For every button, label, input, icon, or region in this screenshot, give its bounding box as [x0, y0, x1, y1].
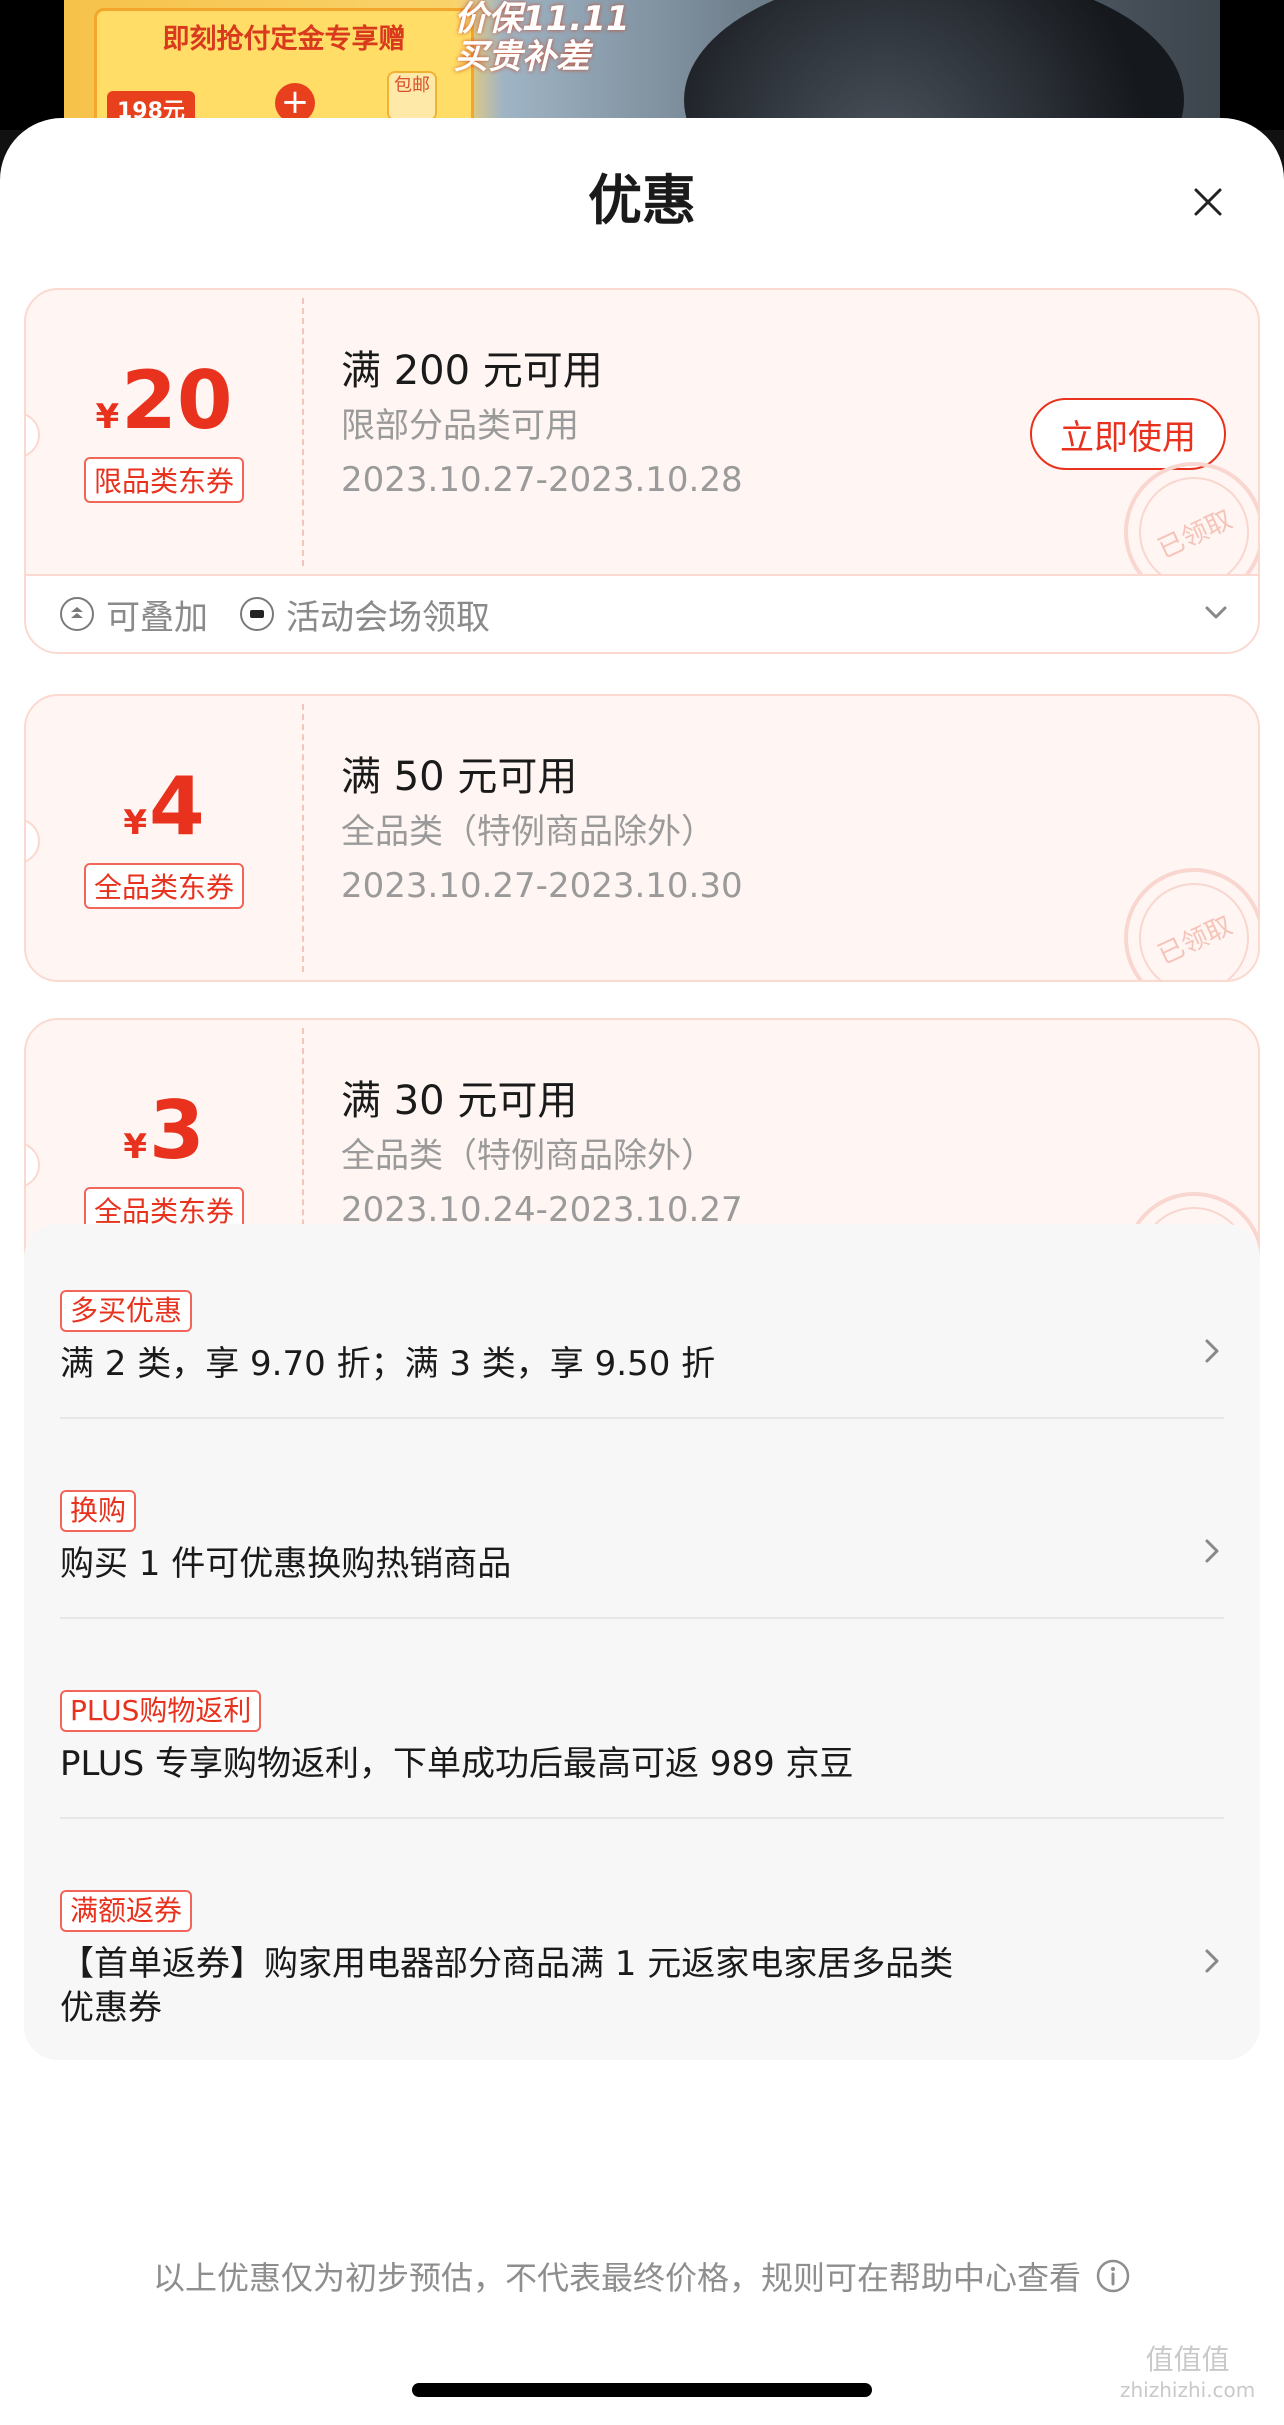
promo-text: 满 2 类，享 9.70 折；满 3 类，享 9.50 折 — [60, 1344, 716, 1384]
promo-item-multi-buy[interactable]: 多买优惠 满 2 类，享 9.70 折；满 3 类，享 9.50 折 — [60, 1290, 1224, 1386]
coupon-card: ¥4 全品类东券 满 50 元可用 全品类（特例商品除外） 2023.10.27… — [24, 694, 1260, 982]
coupon-features: 可叠加 活动会场领取 — [26, 574, 1258, 652]
coupon-date-range: 2023.10.27-2023.10.28 — [341, 460, 743, 500]
banner-image: 即刻抢付定金专享赠 198元 + 包邮 价保11.11 买贵补差 — [64, 0, 1220, 130]
currency-symbol: ¥ — [123, 1127, 147, 1167]
promo-item-trade-in[interactable]: 换购 购买 1 件可优惠换购热销商品 — [60, 1490, 1224, 1586]
watermark-sub: zhizhizhi.com — [1120, 2378, 1256, 2402]
banner-shipping-badge: 包邮 — [387, 71, 437, 121]
claimed-stamp: 已领取 — [1120, 864, 1258, 980]
coupon-condition: 满 50 元可用 — [341, 754, 578, 800]
divider — [60, 1417, 1224, 1419]
promo-text: 【首单返券】购家用电器部分商品满 1 元返家电家居多品类 优惠券 — [60, 1942, 1224, 2030]
coupon-amount-value: 3 — [149, 1084, 205, 1177]
promotions-panel: 多买优惠 满 2 类，享 9.70 折；满 3 类，享 9.50 折 换购 购买… — [24, 1224, 1260, 2060]
feature-stackable: 可叠加 — [60, 590, 208, 639]
coupon-condition: 满 200 元可用 — [341, 348, 603, 394]
banner-promo-card: 即刻抢付定金专享赠 198元 + 包邮 — [94, 8, 474, 128]
chevron-right-icon — [1202, 1336, 1222, 1370]
close-icon — [1194, 188, 1222, 216]
product-banner: 即刻抢付定金专享赠 198元 + 包邮 价保11.11 买贵补差 — [0, 0, 1284, 130]
footer-note: 以上优惠仅为初步预估，不代表最终价格，规则可在帮助中心查看 — [0, 2253, 1284, 2299]
promo-tag: 满额返券 — [60, 1890, 193, 1932]
coupon-body: ¥4 全品类东券 满 50 元可用 全品类（特例商品除外） 2023.10.27… — [26, 696, 1258, 980]
feature-event-venue-label: 活动会场领取 — [286, 597, 490, 638]
coupon-date-range: 2023.10.27-2023.10.30 — [341, 866, 743, 906]
chevron-right-icon — [1202, 1946, 1222, 1980]
coupon-scope: 限部分品类可用 — [341, 406, 579, 446]
watermark: 值值值 zhizhizhi.com — [1120, 2338, 1255, 2402]
promo-text: 购买 1 件可优惠换购热销商品 — [60, 1544, 512, 1584]
close-button[interactable] — [1180, 174, 1236, 230]
coupon-condition: 满 30 元可用 — [341, 1078, 578, 1124]
coupon-value: ¥4 全品类东券 — [26, 696, 302, 980]
banner-slogan-line2: 买贵补差 — [454, 37, 590, 77]
footer-note-text: 以上优惠仅为初步预估，不代表最终价格，规则可在帮助中心查看 — [152, 2259, 1081, 2297]
promo-tag: PLUS购物返利 — [60, 1690, 262, 1732]
coupon-scope: 全品类（特例商品除外） — [341, 1136, 715, 1176]
coupon-type-badge: 全品类东券 — [83, 863, 244, 909]
plus-icon: + — [275, 83, 315, 123]
banner-slogan-line1: 价保11.11 — [454, 0, 630, 39]
coupon-body: ¥20 限品类东券 满 200 元可用 限部分品类可用 2023.10.27-2… — [26, 290, 1258, 606]
currency-symbol: ¥ — [95, 397, 120, 437]
promo-text-line2: 优惠券 — [60, 1988, 162, 2028]
coupon-scope: 全品类（特例商品除外） — [341, 812, 715, 852]
divider — [60, 1617, 1224, 1619]
divider — [60, 1817, 1224, 1819]
watermark-main: 值值值 — [1145, 2343, 1230, 2376]
chevron-right-icon — [1202, 1536, 1222, 1570]
promo-item-plus-rebate[interactable]: PLUS购物返利 PLUS 专享购物返利，下单成功后最高可返 989 京豆 — [60, 1690, 1224, 1786]
promo-item-coupon-return[interactable]: 满额返券 【首单返券】购家用电器部分商品满 1 元返家电家居多品类 优惠券 — [60, 1890, 1224, 2030]
stack-icon — [60, 597, 94, 631]
coupon-card: ¥20 限品类东券 满 200 元可用 限部分品类可用 2023.10.27-2… — [24, 288, 1260, 654]
use-now-button[interactable]: 立即使用 — [1030, 398, 1226, 470]
coupon-amount: ¥20 — [96, 361, 233, 441]
promo-tag: 多买优惠 — [60, 1290, 193, 1332]
claimed-stamp-text: 已领取 — [1120, 864, 1258, 980]
banner-slogan: 价保11.11 买贵补差 — [454, 0, 630, 76]
chevron-down-icon[interactable] — [1202, 598, 1230, 630]
product-image — [684, 0, 1184, 130]
home-indicator — [412, 2383, 872, 2397]
coupon-amount: ¥4 — [123, 767, 204, 847]
promo-text-line1: 【首单返券】购家用电器部分商品满 1 元返家电家居多品类 — [60, 1944, 954, 1984]
coupon-divider — [302, 298, 304, 566]
coupon-type-badge: 限品类东券 — [83, 457, 244, 503]
coupon-info: 满 50 元可用 全品类（特例商品除外） 2023.10.27-2023.10.… — [341, 752, 743, 910]
coupon-amount-value: 4 — [149, 760, 205, 853]
currency-symbol: ¥ — [123, 803, 147, 843]
coupon-amount-value: 20 — [121, 354, 233, 447]
coupon-amount: ¥3 — [123, 1091, 204, 1171]
promo-text: PLUS 专享购物返利，下单成功后最高可返 989 京豆 — [60, 1744, 854, 1784]
coupon-value: ¥20 限品类东券 — [26, 290, 302, 574]
sheet-title: 优惠 — [588, 169, 696, 232]
coupon-info: 满 30 元可用 全品类（特例商品除外） 2023.10.24-2023.10.… — [341, 1076, 743, 1234]
coupon-info: 满 200 元可用 限部分品类可用 2023.10.27-2023.10.28 — [341, 346, 743, 504]
ticket-icon — [240, 597, 274, 631]
promo-tag: 换购 — [60, 1490, 137, 1532]
feature-event-venue: 活动会场领取 — [240, 590, 490, 639]
coupon-divider — [302, 704, 304, 972]
feature-stackable-label: 可叠加 — [106, 597, 208, 638]
banner-promo-title: 即刻抢付定金专享赠 — [162, 24, 406, 55]
info-icon[interactable] — [1095, 2258, 1131, 2294]
